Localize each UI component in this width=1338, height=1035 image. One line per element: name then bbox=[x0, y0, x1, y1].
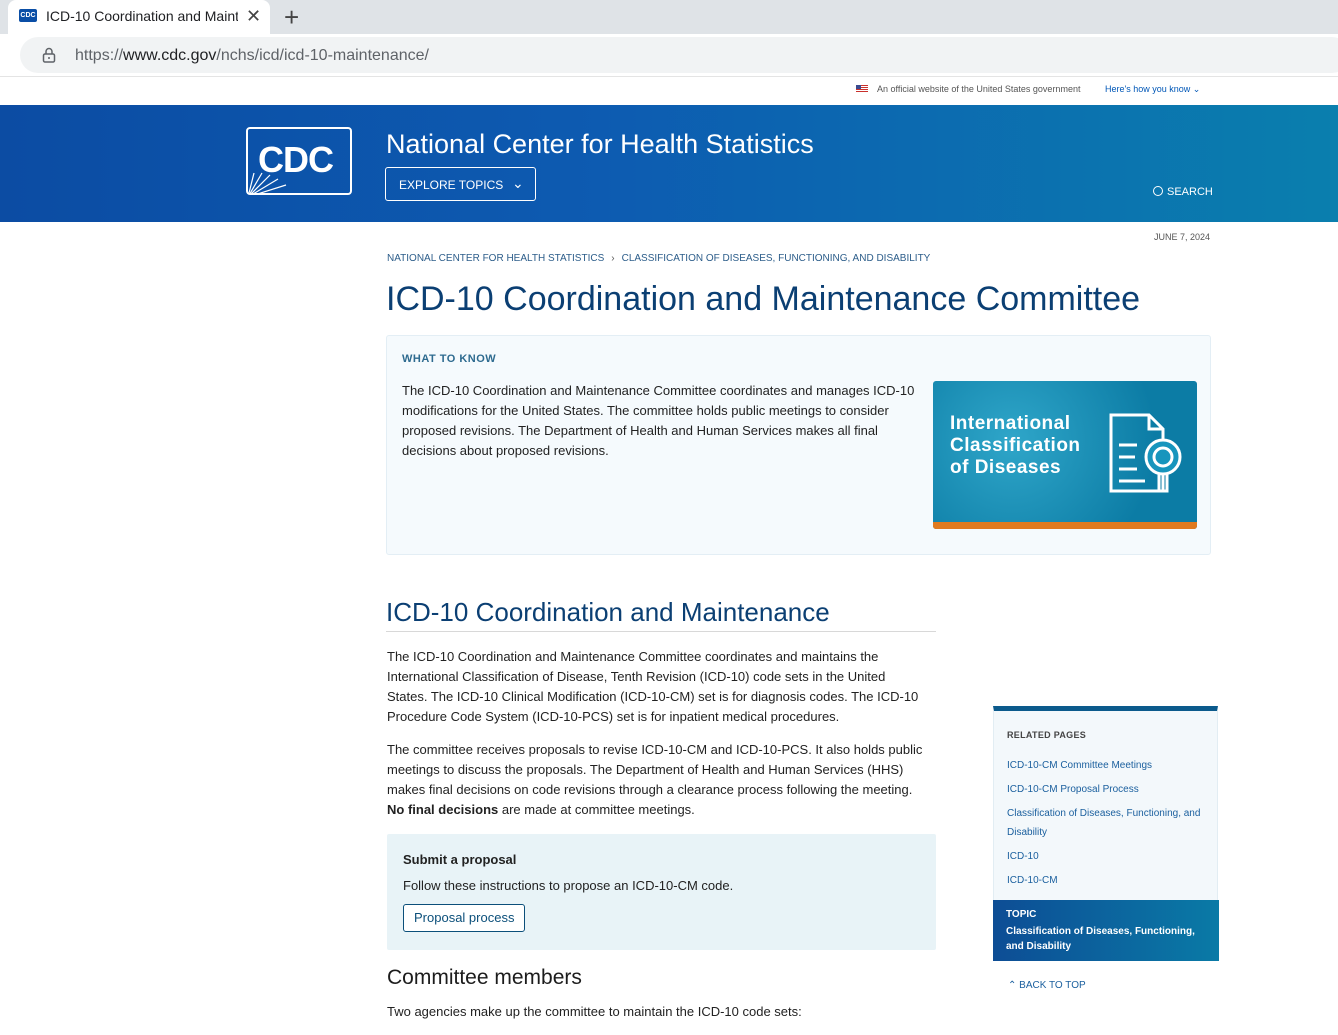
related-link[interactable]: ICD-10 bbox=[1007, 847, 1207, 866]
explore-topics-label: EXPLORE TOPICS bbox=[399, 178, 504, 192]
search-button[interactable]: SEARCH bbox=[1153, 185, 1213, 198]
topic-link[interactable]: TOPIC Classification of Diseases, Functi… bbox=[993, 900, 1219, 961]
related-link[interactable]: Classification of Diseases, Functioning,… bbox=[1007, 804, 1207, 842]
page-title: ICD-10 Coordination and Maintenance Comm… bbox=[386, 280, 1141, 318]
lock-icon[interactable] bbox=[42, 47, 56, 63]
section-heading: ICD-10 Coordination and Maintenance bbox=[386, 597, 936, 632]
document-search-icon bbox=[1109, 413, 1182, 493]
proposal-callout: Submit a proposal Follow these instructi… bbox=[387, 834, 936, 950]
topic-name: Classification of Diseases, Functioning,… bbox=[1006, 926, 1195, 952]
committee-members-text: Two agencies make up the committee to ma… bbox=[387, 1004, 802, 1019]
cdc-favicon-icon: CDC bbox=[19, 9, 37, 22]
related-link[interactable]: ICD-10-CM Proposal Process bbox=[1007, 780, 1207, 799]
url-text[interactable]: https://www.cdc.gov/nchs/icd/icd-10-main… bbox=[75, 47, 429, 65]
chevron-right-icon: › bbox=[611, 253, 615, 264]
address-bar-area: https://www.cdc.gov/nchs/icd/icd-10-main… bbox=[0, 34, 1338, 77]
url-bar[interactable]: https://www.cdc.gov/nchs/icd/icd-10-main… bbox=[20, 37, 1338, 73]
related-link[interactable]: ICD-10-CM bbox=[1007, 871, 1207, 890]
search-label: SEARCH bbox=[1167, 186, 1213, 198]
what-to-know-box: WHAT TO KNOW The ICD-10 Coordination and… bbox=[386, 335, 1211, 555]
topic-label: TOPIC bbox=[1006, 909, 1037, 920]
proposal-title: Submit a proposal bbox=[403, 852, 517, 867]
breadcrumb-item-nchs[interactable]: NATIONAL CENTER FOR HEALTH STATISTICS bbox=[387, 253, 604, 264]
breadcrumb: NATIONAL CENTER FOR HEALTH STATISTICS › CL… bbox=[387, 253, 930, 264]
what-to-know-label: WHAT TO KNOW bbox=[402, 353, 497, 365]
related-pages-label: RELATED PAGES bbox=[1007, 730, 1087, 740]
section-paragraph-2: The committee receives proposals to revi… bbox=[387, 742, 923, 817]
gov-banner-link[interactable]: Here's how you know ⌄ bbox=[1105, 84, 1200, 95]
related-pages-box: RELATED PAGES ICD-10-CM Committee Meetin… bbox=[993, 706, 1219, 961]
proposal-text: Follow these instructions to propose an … bbox=[403, 878, 734, 893]
site-title[interactable]: National Center for Health Statistics bbox=[386, 129, 814, 160]
chevron-up-icon: ⌃ bbox=[1008, 980, 1017, 991]
related-link[interactable]: ICD-10-CM Committee Meetings bbox=[1007, 756, 1207, 775]
page-date: JUNE 7, 2024 bbox=[1154, 232, 1211, 242]
committee-members-heading: Committee members bbox=[387, 966, 582, 989]
back-to-top-link[interactable]: ⌃ BACK TO TOP bbox=[1008, 980, 1086, 991]
cdc-logo[interactable]: CDC bbox=[246, 127, 352, 195]
icd-banner-image: International Classification of Diseases bbox=[933, 381, 1197, 529]
icd-image-accent-bar bbox=[933, 522, 1197, 529]
chevron-down-icon: ⌄ bbox=[512, 175, 524, 191]
gov-banner: An official website of the United States… bbox=[0, 78, 1338, 104]
us-flag-icon bbox=[856, 85, 868, 93]
browser-tabbar: CDC ICD-10 Coordination and Mainte ✕ + bbox=[0, 0, 1338, 34]
search-icon bbox=[1153, 186, 1163, 196]
browser-tab[interactable]: CDC ICD-10 Coordination and Mainte ✕ bbox=[8, 0, 270, 34]
site-header: CDC National Center for Health Statistic… bbox=[0, 105, 1338, 222]
close-icon[interactable]: ✕ bbox=[246, 6, 261, 26]
tab-title: ICD-10 Coordination and Mainte bbox=[46, 8, 238, 24]
cdc-logo-text: CDC bbox=[258, 139, 334, 180]
breadcrumb-item-classification[interactable]: CLASSIFICATION OF DISEASES, FUNCTIONING,… bbox=[622, 253, 931, 264]
what-to-know-text: The ICD-10 Coordination and Maintenance … bbox=[402, 383, 915, 458]
proposal-process-button[interactable]: Proposal process bbox=[403, 904, 526, 932]
icd-image-text: International Classification of Diseases bbox=[950, 413, 1081, 478]
gov-banner-text: An official website of the United States… bbox=[877, 84, 1081, 94]
related-pages-list: ICD-10-CM Committee Meetings ICD-10-CM P… bbox=[1007, 756, 1207, 895]
new-tab-plus-icon[interactable]: + bbox=[284, 2, 299, 33]
explore-topics-button[interactable]: EXPLORE TOPICS ⌄ bbox=[385, 167, 536, 201]
section-paragraph-1: The ICD-10 Coordination and Maintenance … bbox=[387, 649, 919, 724]
